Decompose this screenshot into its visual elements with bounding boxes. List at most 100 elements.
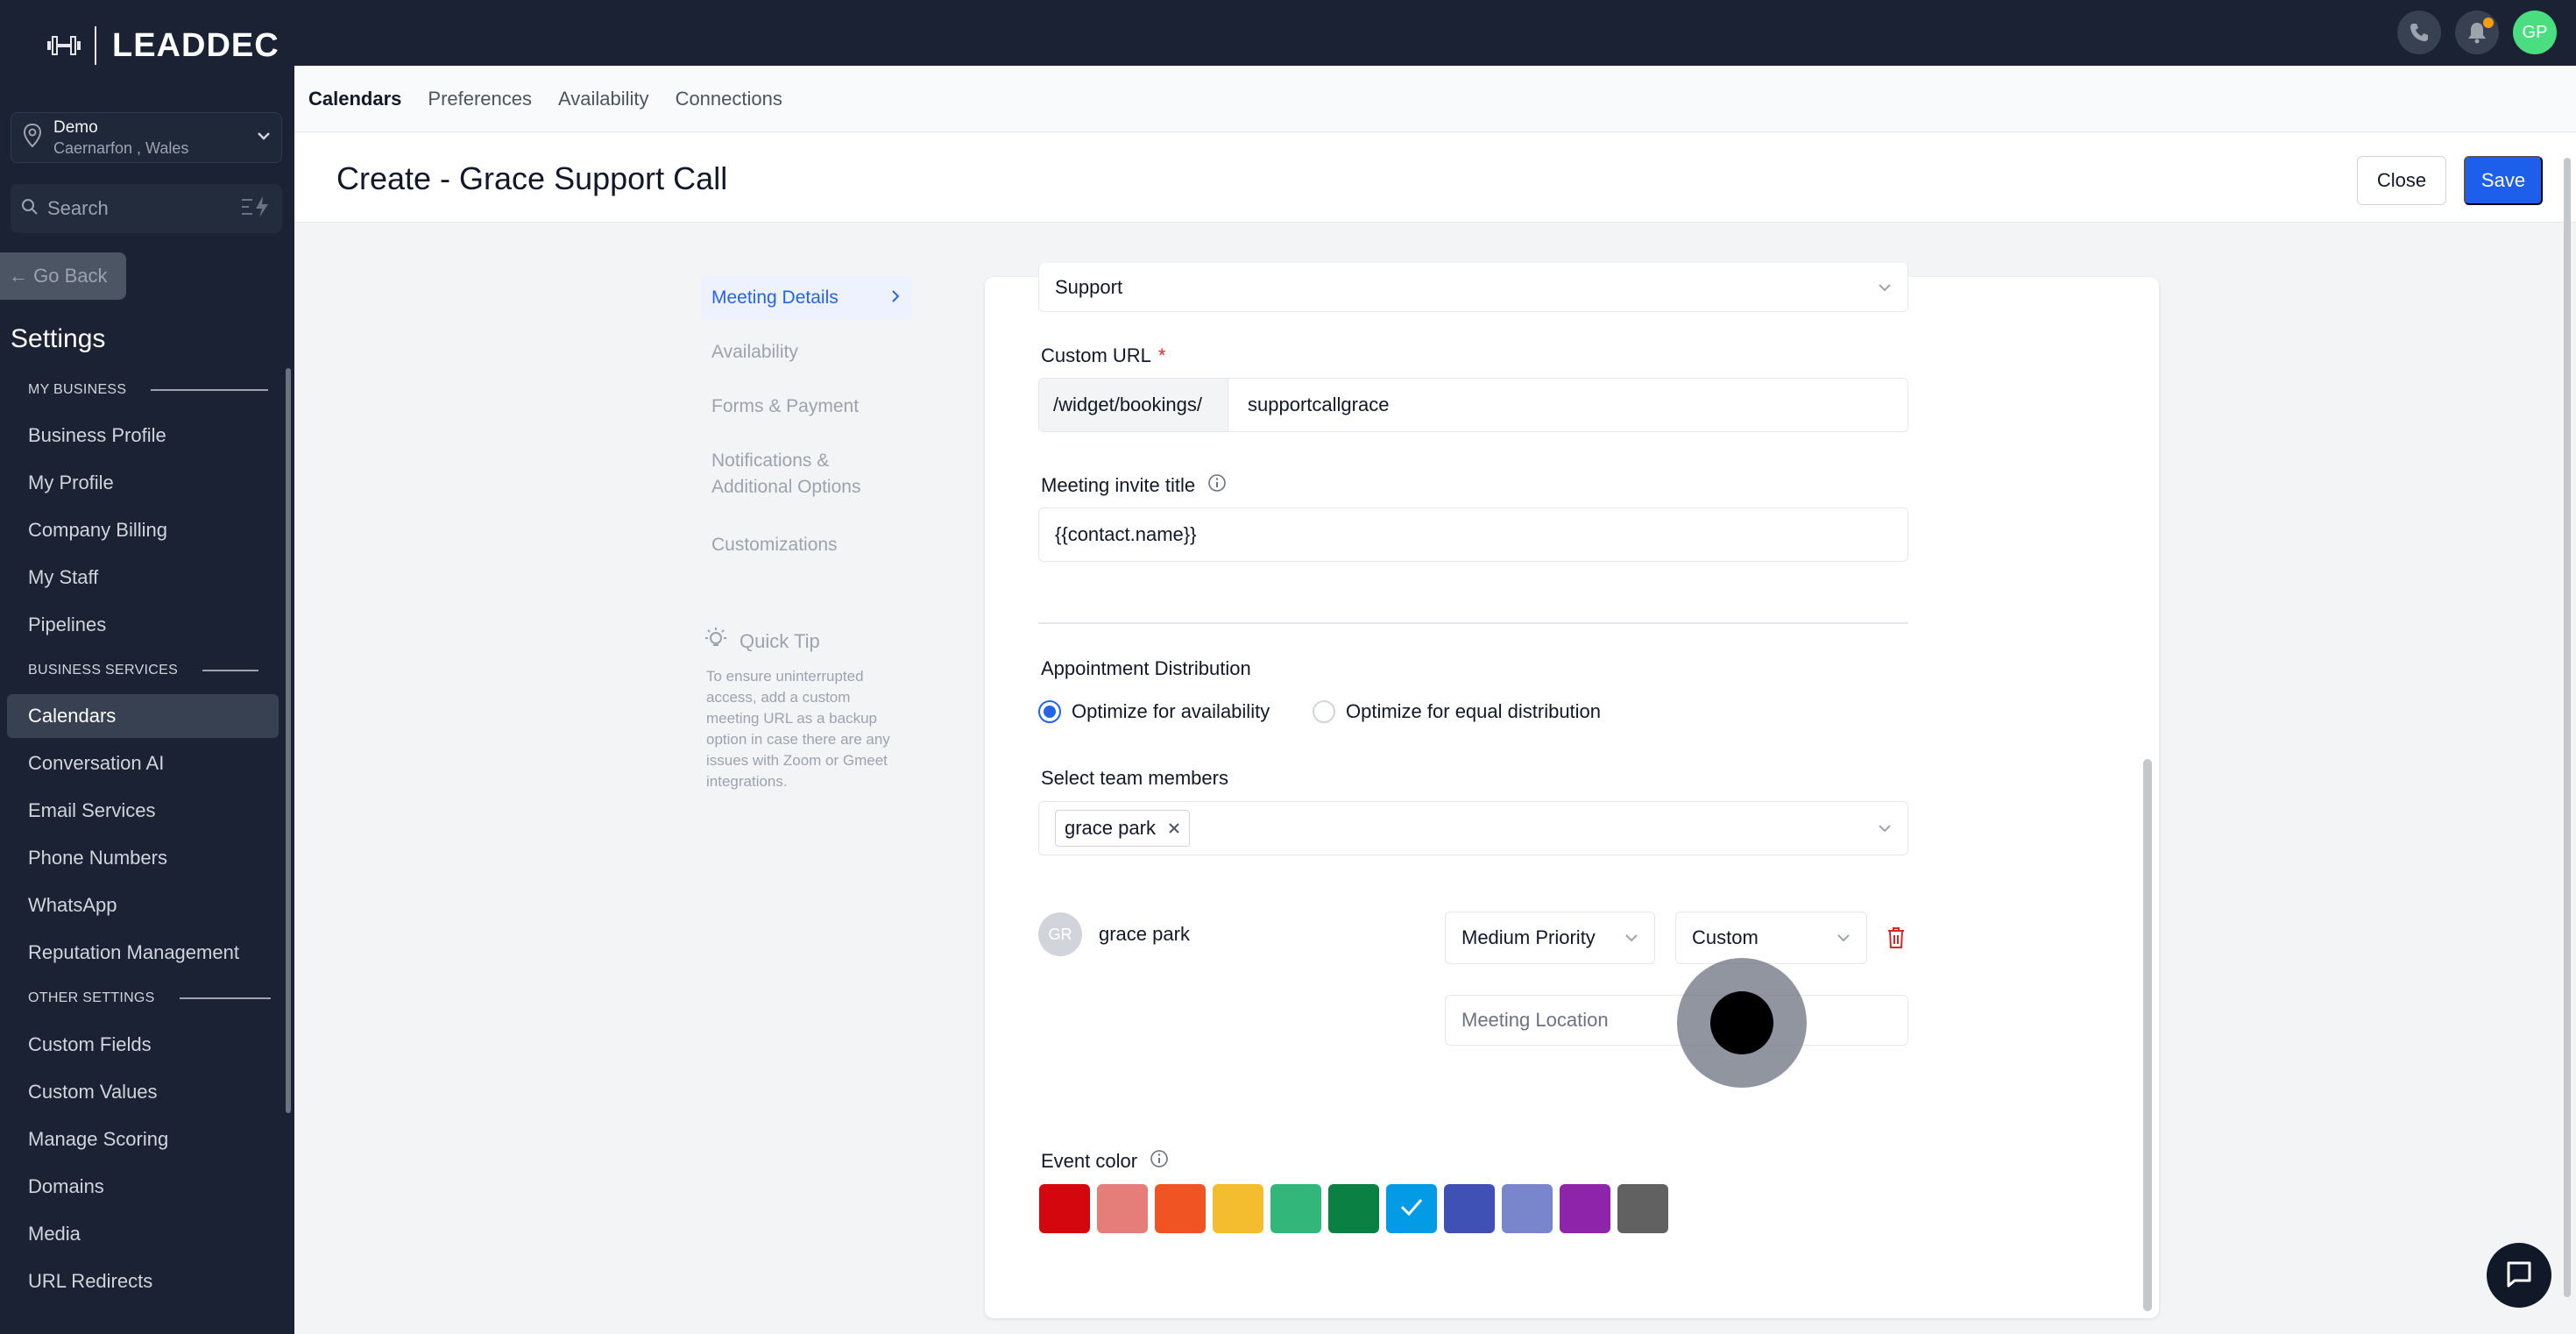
step-notifications[interactable]: Notifications & Additional Options <box>701 439 911 509</box>
notification-dot <box>2483 18 2494 28</box>
tab-availability[interactable]: Availability <box>558 66 649 131</box>
location-subtitle: Caernarfon , Wales <box>53 138 189 157</box>
sidebar-item-company-billing[interactable]: Company Billing <box>7 508 279 552</box>
step-meeting-details[interactable]: Meeting Details <box>701 276 911 320</box>
chevron-right-icon <box>890 285 901 311</box>
sidebar-item-custom-values[interactable]: Custom Values <box>7 1070 279 1114</box>
sidebar-item-conversation-ai[interactable]: Conversation AI <box>7 742 279 785</box>
sidebar-item-whatsapp[interactable]: WhatsApp <box>7 883 279 927</box>
location-type-value: Custom <box>1692 926 1759 948</box>
invite-title-input[interactable]: {{contact.name}} <box>1038 507 1908 562</box>
location-name: Demo <box>53 117 98 137</box>
priority-select[interactable]: Medium Priority <box>1445 912 1655 964</box>
color-swatch[interactable] <box>1039 1184 1090 1233</box>
sidebar-item-manage-scoring[interactable]: Manage Scoring <box>7 1118 279 1161</box>
chat-widget-button[interactable] <box>2487 1243 2551 1308</box>
radio-unchecked <box>1313 700 1335 723</box>
section-business-services: BUSINESS SERVICES <box>28 663 259 678</box>
sidebar-item-custom-fields[interactable]: Custom Fields <box>7 1023 279 1067</box>
sidebar-item-media[interactable]: Media <box>7 1212 279 1256</box>
dumbbell-icon <box>46 32 82 59</box>
radio-checked <box>1038 700 1061 723</box>
phone-icon[interactable] <box>2397 11 2441 54</box>
custom-url-input[interactable]: supportcallgrace <box>1228 394 1389 416</box>
step-customizations[interactable]: Customizations <box>701 523 911 567</box>
sidebar-search[interactable]: Search <box>11 184 282 233</box>
sidebar-item-my-profile[interactable]: My Profile <box>7 461 279 505</box>
lightning-icon[interactable] <box>240 195 272 224</box>
meeting-location-placeholder: Meeting Location <box>1461 1009 1609 1031</box>
tab-preferences[interactable]: Preferences <box>428 66 532 131</box>
custom-url-field[interactable]: /widget/bookings/ supportcallgrace <box>1038 378 1908 432</box>
sidebar-item-calendars[interactable]: Calendars <box>7 694 279 738</box>
info-icon[interactable] <box>1207 473 1227 498</box>
location-switcher[interactable]: Demo Caernarfon , Wales <box>11 112 282 163</box>
sidebar-scrollbar[interactable] <box>286 368 291 1113</box>
settings-tabs: Calendars Preferences Availability Conne… <box>294 66 2576 132</box>
group-select[interactable]: Support <box>1038 263 1908 312</box>
member-chip: grace park <box>1055 810 1190 847</box>
color-swatch[interactable] <box>1155 1184 1206 1233</box>
save-button[interactable]: Save <box>2464 156 2543 205</box>
top-bar: GP <box>294 0 2576 66</box>
section-my-business: MY BUSINESS <box>28 382 269 398</box>
info-icon[interactable] <box>1150 1149 1169 1174</box>
url-prefix: /widget/bookings/ <box>1039 379 1228 431</box>
color-swatch[interactable] <box>1270 1184 1321 1233</box>
brand-logo[interactable]: LEADDEC <box>46 26 280 65</box>
sidebar-item-my-staff[interactable]: My Staff <box>7 556 279 600</box>
sidebar-item-reputation-management[interactable]: Reputation Management <box>7 931 279 975</box>
sidebar: LEADDEC Demo Caernarfon , Wales Search ←… <box>0 0 294 1334</box>
logo-divider <box>95 26 96 65</box>
priority-value: Medium Priority <box>1461 926 1596 948</box>
click-indicator-dot <box>1710 991 1773 1054</box>
color-swatch[interactable] <box>1328 1184 1379 1233</box>
color-swatch[interactable] <box>1444 1184 1495 1233</box>
location-type-select[interactable]: Custom <box>1675 912 1867 964</box>
sidebar-item-business-profile[interactable]: Business Profile <box>7 414 279 458</box>
color-swatch[interactable] <box>1097 1184 1148 1233</box>
member-avatar: GR <box>1038 912 1082 956</box>
card-scrollbar[interactable] <box>2143 759 2152 1311</box>
group-value: Support <box>1055 275 1123 298</box>
settings-title: Settings <box>11 324 106 353</box>
quick-tip-label: Quick Tip <box>740 630 820 652</box>
user-avatar[interactable]: GP <box>2513 11 2557 54</box>
color-swatch[interactable] <box>1560 1184 1610 1233</box>
sidebar-item-email-services[interactable]: Email Services <box>7 789 279 833</box>
check-icon <box>1399 1197 1424 1221</box>
map-pin-icon <box>22 123 43 153</box>
chevron-down-icon <box>257 130 271 145</box>
tab-calendars[interactable]: Calendars <box>308 66 401 131</box>
radio-optimize-availability[interactable]: Optimize for availability <box>1038 700 1270 723</box>
chevron-down-icon <box>1878 280 1892 296</box>
sidebar-item-url-redirects[interactable]: URL Redirects <box>7 1259 279 1303</box>
color-swatch[interactable] <box>1386 1184 1437 1233</box>
sidebar-item-phone-numbers[interactable]: Phone Numbers <box>7 836 279 880</box>
step-forms-payment[interactable]: Forms & Payment <box>701 385 911 429</box>
bell-icon[interactable] <box>2455 11 2499 54</box>
chevron-down-icon <box>1624 931 1638 947</box>
quick-tip-body: To ensure uninterrupted access, add a cu… <box>706 668 890 790</box>
section-divider <box>1038 622 1908 624</box>
close-icon[interactable] <box>1168 817 1180 840</box>
team-members-label: Select team members <box>1041 767 1228 789</box>
sidebar-item-pipelines[interactable]: Pipelines <box>7 603 279 647</box>
trash-icon[interactable] <box>1886 926 1906 954</box>
chevron-down-icon <box>1836 931 1851 947</box>
member-name: grace park <box>1099 923 1190 945</box>
sidebar-item-domains[interactable]: Domains <box>7 1165 279 1209</box>
radio-optimize-equal[interactable]: Optimize for equal distribution <box>1313 700 1601 723</box>
color-swatch[interactable] <box>1502 1184 1553 1233</box>
page-scrollbar[interactable] <box>2564 158 2571 1297</box>
search-input[interactable]: Search <box>47 197 240 220</box>
tab-connections[interactable]: Connections <box>676 66 782 131</box>
step-availability[interactable]: Availability <box>701 330 911 374</box>
color-swatch[interactable] <box>1617 1184 1668 1233</box>
team-members-select[interactable]: grace park <box>1038 801 1908 855</box>
lightbulb-icon <box>703 626 729 657</box>
go-back-button[interactable]: ← Go Back <box>0 252 126 300</box>
close-button[interactable]: Close <box>2357 156 2446 205</box>
color-swatch[interactable] <box>1213 1184 1263 1233</box>
invite-title-label: Meeting invite title <box>1041 473 1227 498</box>
